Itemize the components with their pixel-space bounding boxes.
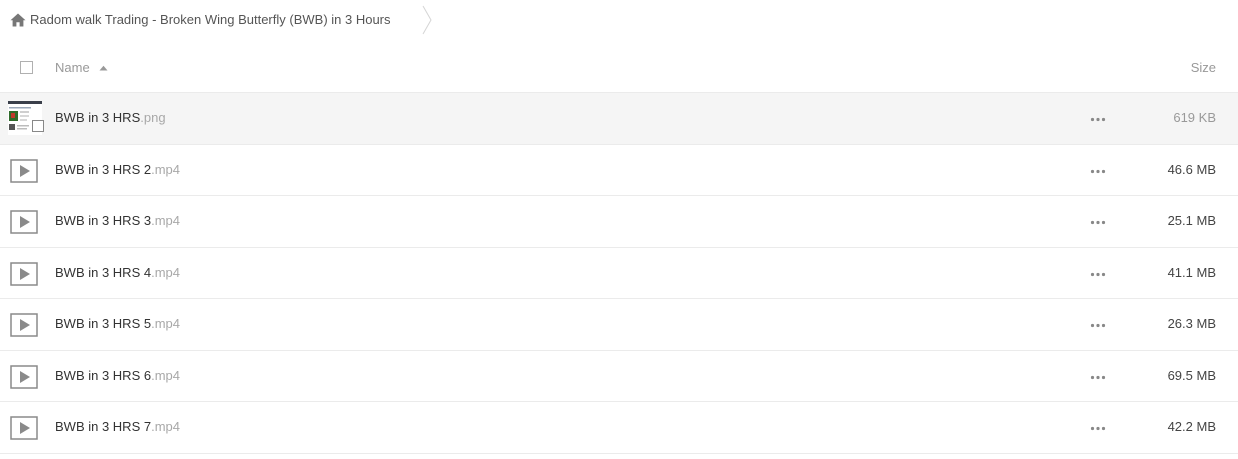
file-size: 619 KB — [1173, 110, 1216, 125]
file-name[interactable]: BWB in 3 HRS 3.mp4 — [55, 213, 180, 228]
file-name[interactable]: BWB in 3 HRS 5.mp4 — [55, 316, 180, 331]
home-icon[interactable] — [10, 12, 26, 28]
more-options-icon[interactable] — [1090, 323, 1106, 328]
video-play-icon — [10, 261, 38, 286]
file-row[interactable]: BWB in 3 HRS 2.mp4 46.6 MB — [0, 145, 1238, 196]
file-name[interactable]: BWB in 3 HRS 6.mp4 — [55, 368, 180, 383]
breadcrumb-separator-icon — [422, 5, 432, 35]
file-size: 41.1 MB — [1167, 264, 1216, 280]
file-row[interactable]: BWB in 3 HRS 6.mp4 69.5 MB — [0, 351, 1238, 402]
video-play-icon — [10, 210, 38, 234]
file-name[interactable]: BWB in 3 HRS 2.mp4 — [55, 162, 180, 177]
sort-ascending-icon[interactable] — [99, 65, 108, 71]
file-row[interactable]: BWB in 3 HRS 4.mp4 41.1 MB — [0, 248, 1238, 299]
more-options-icon[interactable] — [1090, 220, 1106, 225]
size-column-header[interactable]: Size — [1191, 60, 1216, 75]
row-checkbox[interactable] — [32, 120, 44, 132]
file-row[interactable]: BWB in 3 HRS 3.mp4 25.1 MB — [0, 196, 1238, 248]
more-options-icon[interactable] — [1090, 169, 1106, 174]
file-name[interactable]: BWB in 3 HRS.png — [55, 110, 166, 125]
file-size: 25.1 MB — [1167, 213, 1216, 228]
file-size: 26.3 MB — [1167, 316, 1216, 331]
video-play-icon — [10, 364, 38, 389]
video-play-icon — [10, 416, 38, 440]
file-size: 42.2 MB — [1167, 419, 1216, 434]
file-name[interactable]: BWB in 3 HRS 7.mp4 — [55, 419, 180, 434]
breadcrumb-folder-title[interactable]: Radom walk Trading - Broken Wing Butterf… — [30, 12, 391, 27]
more-options-icon[interactable] — [1090, 272, 1106, 277]
name-column-header[interactable]: Name — [55, 60, 90, 75]
more-options-icon[interactable] — [1090, 426, 1106, 431]
file-size: 46.6 MB — [1167, 161, 1216, 177]
file-row[interactable]: BWB in 3 HRS.png 619 KB — [0, 93, 1238, 145]
file-row[interactable]: BWB in 3 HRS 5.mp4 26.3 MB — [0, 299, 1238, 351]
file-list: BWB in 3 HRS.png 619 KB BWB in 3 HRS 2.m… — [0, 93, 1238, 454]
video-play-icon — [10, 313, 38, 337]
more-options-icon[interactable] — [1090, 117, 1106, 122]
file-size: 69.5 MB — [1167, 367, 1216, 383]
video-play-icon — [10, 158, 38, 183]
file-row[interactable]: BWB in 3 HRS 7.mp4 42.2 MB — [0, 402, 1238, 454]
breadcrumb: Radom walk Trading - Broken Wing Butterf… — [0, 0, 1238, 40]
select-all-checkbox[interactable] — [20, 61, 33, 74]
more-options-icon[interactable] — [1090, 375, 1106, 380]
file-name[interactable]: BWB in 3 HRS 4.mp4 — [55, 265, 180, 280]
file-list-header: Name Size — [0, 44, 1238, 93]
